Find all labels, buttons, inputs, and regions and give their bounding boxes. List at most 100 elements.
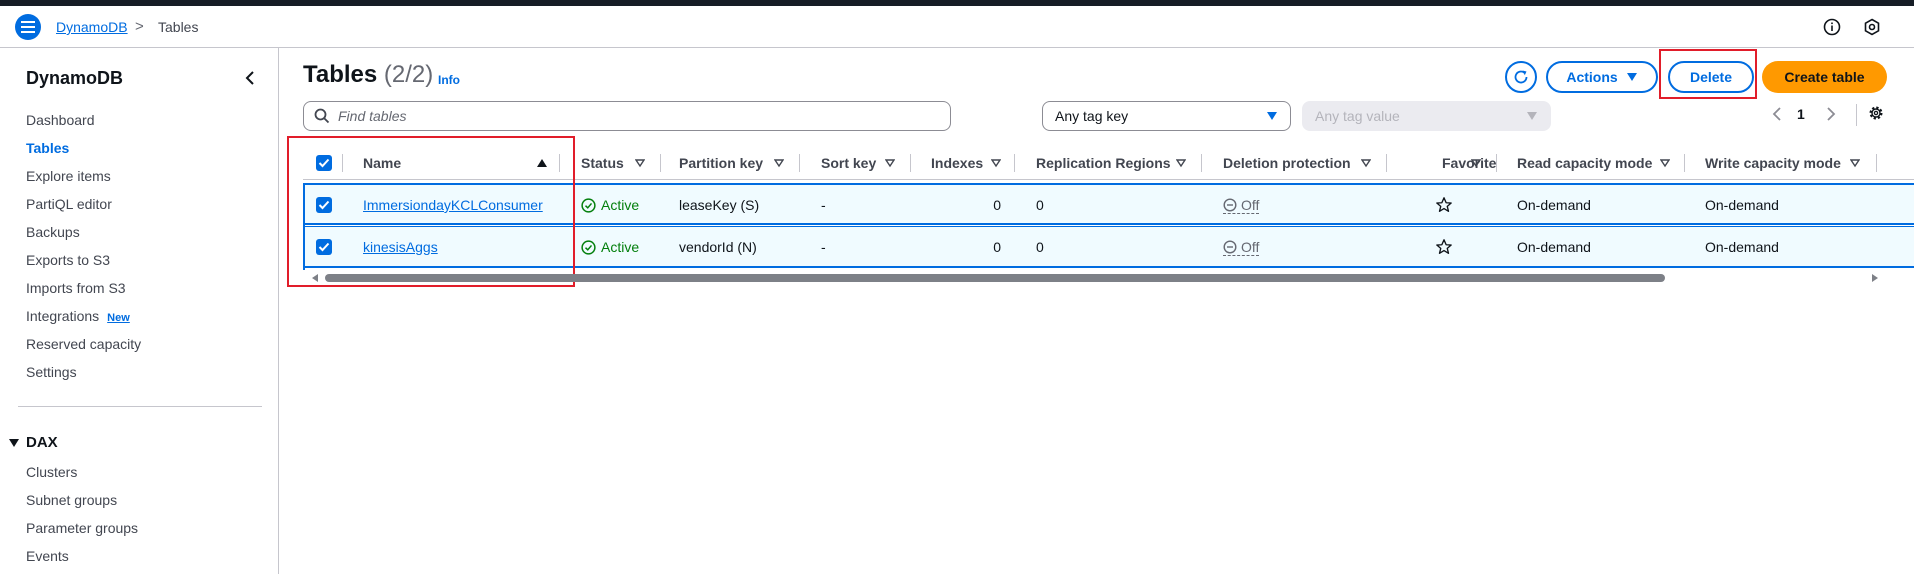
sort-caret-icon[interactable] xyxy=(1850,158,1860,168)
column-header-status[interactable]: Status xyxy=(581,146,624,180)
create-table-button[interactable]: Create table xyxy=(1762,61,1887,93)
deletion-protection-cell[interactable]: Off xyxy=(1223,185,1260,225)
page-number[interactable]: 1 xyxy=(1797,106,1805,122)
sidebar-item-events[interactable]: Events xyxy=(26,548,69,564)
favorite-star-icon[interactable] xyxy=(1435,227,1453,267)
scrollbar-thumb[interactable] xyxy=(325,274,1665,282)
breadcrumb-current: Tables xyxy=(158,19,199,35)
sidebar-item-exports-to-s3[interactable]: Exports to S3 xyxy=(26,252,110,268)
column-separator xyxy=(1201,154,1202,172)
column-header-replication-regions[interactable]: Replication Regions xyxy=(1036,146,1171,180)
create-table-label: Create table xyxy=(1784,69,1865,85)
sidebar-item-dashboard[interactable]: Dashboard xyxy=(26,112,95,128)
check-circle-icon xyxy=(581,239,596,255)
sidebar-item-tables[interactable]: Tables xyxy=(26,140,69,156)
breadcrumb-bar: DynamoDB > Tables xyxy=(0,6,1914,48)
column-header-sort-key[interactable]: Sort key xyxy=(821,146,876,180)
sort-caret-icon[interactable] xyxy=(1471,158,1481,168)
scroll-right-arrow-icon[interactable] xyxy=(1871,273,1879,283)
sort-caret-icon[interactable] xyxy=(1660,158,1670,168)
sidebar-title: DynamoDB xyxy=(26,68,124,88)
column-separator xyxy=(910,154,911,172)
sidebar-item-settings[interactable]: Settings xyxy=(26,364,77,380)
chevron-left-icon xyxy=(245,71,254,85)
delete-highlight-box xyxy=(1659,49,1757,99)
sort-caret-icon[interactable] xyxy=(991,158,1001,168)
actions-dropdown-button[interactable]: Actions xyxy=(1546,61,1658,93)
sidebar-item-clusters[interactable]: Clusters xyxy=(26,464,77,480)
breadcrumb-separator: > xyxy=(135,18,144,35)
page-title-text: Tables xyxy=(303,61,378,88)
dax-section-toggle[interactable]: DAX xyxy=(8,434,58,451)
status-cell: Active xyxy=(581,185,639,225)
tag-value-select: Any tag value xyxy=(1302,101,1551,131)
check-circle-icon xyxy=(581,197,596,213)
sidebar-item-parameter-groups[interactable]: Parameter groups xyxy=(26,520,138,536)
table-preferences-button[interactable] xyxy=(1856,104,1885,126)
sort-caret-icon[interactable] xyxy=(774,158,784,168)
column-separator xyxy=(1684,154,1685,172)
sort-caret-icon[interactable] xyxy=(1176,158,1186,168)
sort-key-cell: - xyxy=(821,197,826,213)
column-header-write-capacity-mode[interactable]: Write capacity mode xyxy=(1705,146,1841,180)
hamburger-icon xyxy=(21,21,35,33)
column-header-partition-key[interactable]: Partition key xyxy=(679,146,763,180)
refresh-button[interactable] xyxy=(1505,61,1537,93)
read-capacity-mode-cell: On-demand xyxy=(1517,197,1591,213)
new-badge: New xyxy=(107,312,130,324)
find-tables-search xyxy=(303,101,951,131)
deletion-protection-text: Off xyxy=(1241,238,1260,255)
deletion-protection-cell[interactable]: Off xyxy=(1223,227,1260,267)
next-page-button[interactable] xyxy=(1824,106,1838,125)
scroll-left-arrow-icon[interactable] xyxy=(311,273,319,283)
column-header-deletion-protection[interactable]: Deletion protection xyxy=(1223,146,1351,180)
sort-caret-icon[interactable] xyxy=(635,158,645,168)
sort-key-cell: - xyxy=(821,239,826,255)
caret-down-icon xyxy=(1267,112,1277,120)
sidebar-divider xyxy=(18,406,262,407)
partition-key-cell: leaseKey (S) xyxy=(679,197,760,213)
info-link[interactable]: Info xyxy=(438,73,460,87)
sidebar-item-explore-items[interactable]: Explore items xyxy=(26,168,111,184)
chevron-left-icon xyxy=(1772,107,1781,121)
actions-label: Actions xyxy=(1566,69,1618,85)
column-header-indexes[interactable]: Indexes xyxy=(931,146,983,180)
search-input[interactable] xyxy=(338,108,918,124)
sidebar-item-backups[interactable]: Backups xyxy=(26,224,80,240)
sidebar-item-subnet-groups[interactable]: Subnet groups xyxy=(26,492,117,508)
sidebar-item-partiql-editor[interactable]: PartiQL editor xyxy=(26,196,112,212)
sidebar-item-imports-from-s3[interactable]: Imports from S3 xyxy=(26,280,126,296)
column-separator xyxy=(799,154,800,172)
favorite-star-icon[interactable] xyxy=(1435,185,1453,225)
status-text: Active xyxy=(601,197,640,213)
write-capacity-mode-cell: On-demand xyxy=(1705,239,1779,255)
table-count: (2/2) xyxy=(383,61,434,88)
status-text: Active xyxy=(601,239,640,255)
replication-regions-cell: 0 xyxy=(1036,197,1044,213)
side-navigation: DynamoDB Dashboard Tables Explore items … xyxy=(0,48,279,574)
column-header-favorite[interactable]: Favorite xyxy=(1442,146,1496,180)
caret-down-icon xyxy=(9,438,19,447)
column-separator xyxy=(1496,154,1497,172)
read-capacity-mode-cell: On-demand xyxy=(1517,239,1591,255)
menu-button[interactable] xyxy=(15,14,41,40)
status-cell: Active xyxy=(581,227,639,267)
sort-caret-icon[interactable] xyxy=(885,158,895,168)
minus-circle-icon xyxy=(1223,197,1237,212)
replication-regions-cell: 0 xyxy=(1036,239,1044,255)
column-header-read-capacity-mode[interactable]: Read capacity mode xyxy=(1517,146,1652,180)
breadcrumb-dynamodb-link[interactable]: DynamoDB xyxy=(56,19,128,35)
column-separator xyxy=(1014,154,1015,172)
indexes-cell: 0 xyxy=(993,197,1001,213)
sidebar-item-integrations[interactable]: Integrations New xyxy=(26,308,130,324)
previous-page-button[interactable] xyxy=(1770,106,1784,125)
sort-caret-icon[interactable] xyxy=(1361,158,1371,168)
info-circle-icon[interactable] xyxy=(1822,17,1842,37)
tag-key-select[interactable]: Any tag key xyxy=(1042,101,1291,131)
hexagon-settings-icon[interactable] xyxy=(1862,17,1882,37)
sidebar-item-reserved-capacity[interactable]: Reserved capacity xyxy=(26,336,141,352)
collapse-sidebar-button[interactable] xyxy=(240,68,260,88)
refresh-icon xyxy=(1514,70,1528,84)
horizontal-scrollbar[interactable] xyxy=(303,272,1914,284)
column-separator xyxy=(1386,154,1387,172)
